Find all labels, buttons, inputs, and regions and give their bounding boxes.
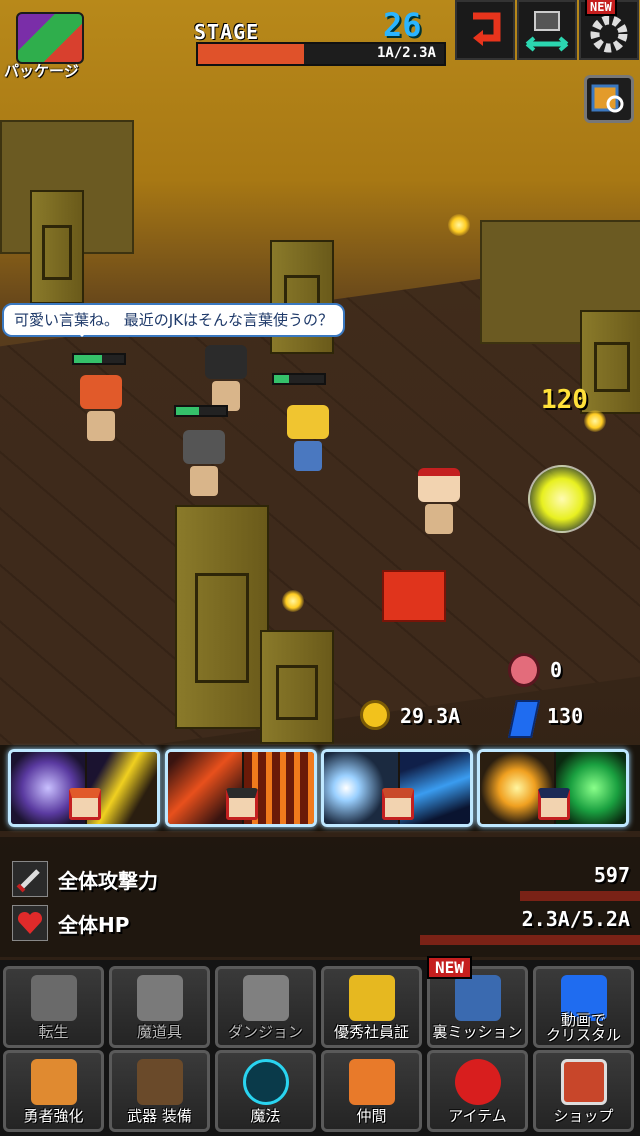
treasure-chest-red[interactable] (382, 570, 446, 622)
stage-progress-text: 1A/2.3A (376, 45, 436, 61)
menu-companions[interactable]: 仲間 (321, 1050, 422, 1132)
menu-employee-badge[interactable]: 優秀社員証 (321, 966, 422, 1048)
hero-orange-hair[interactable] (80, 375, 122, 445)
package-label: パッケージ (4, 62, 79, 80)
rebirth-button[interactable] (455, 0, 515, 60)
menu-label: 優秀社員証 (333, 1023, 409, 1041)
badge-icon (349, 975, 395, 1021)
menu-weapon-equip[interactable]: 武器 装備 (109, 1050, 210, 1132)
attack-underline (520, 891, 640, 901)
camera-button[interactable] (584, 75, 634, 123)
pillar (580, 310, 640, 414)
menu-label: 魔道具 (136, 1023, 182, 1041)
menu-label: 勇者強化 (23, 1107, 84, 1125)
crystal-amount: 130 (547, 704, 584, 728)
skill-slot-4[interactable] (477, 749, 629, 827)
dungeon-gate-icon (243, 975, 289, 1021)
fox-icon (349, 1059, 395, 1105)
pillar-small (260, 630, 334, 744)
package-button[interactable]: パッケージ (4, 8, 94, 80)
heroes-icon (31, 1059, 77, 1105)
hero-portrait (226, 788, 258, 820)
damage-popup: 120 (541, 385, 588, 415)
pillar (30, 190, 84, 304)
hp-label: 全体HP (58, 913, 130, 937)
skill-bar (0, 745, 640, 831)
menu-label: 転生 (38, 1023, 69, 1041)
weapon-rack-icon (137, 1059, 183, 1105)
menu-hero-upgrade[interactable]: 勇者強化 (3, 1050, 104, 1132)
hp-bar (272, 373, 326, 385)
hero-portrait (382, 788, 414, 820)
hero-blonde[interactable] (287, 405, 329, 475)
stats-panel: 全体攻撃力 597 全体HP 2.3A/5.2A (0, 837, 640, 957)
silhouette-icon (31, 975, 77, 1021)
skill-slot-2[interactable] (165, 749, 317, 827)
speech-bubble: 可愛い言葉ね。 最近のJKはそんな言葉使うの？ (2, 303, 346, 337)
attack-label: 全体攻撃力 (58, 869, 158, 893)
menu-label: 魔法 (250, 1107, 281, 1125)
hero-gray-hair[interactable] (183, 430, 225, 500)
menu-dungeon[interactable]: ダンジョン (215, 966, 316, 1048)
torch-flame (448, 214, 470, 236)
sword-icon (12, 861, 48, 897)
hp-bar (72, 353, 126, 365)
potion-icon (455, 1059, 501, 1105)
new-badge: NEW (427, 956, 472, 979)
rebirth-icon (473, 12, 501, 46)
gift-box-icon (16, 12, 84, 64)
settings-button[interactable]: NEW (579, 0, 639, 60)
attack-value: 597 (593, 863, 630, 887)
machine-icon (137, 975, 183, 1021)
paw-icon (508, 653, 540, 687)
menu-shop[interactable]: ショップ (533, 1050, 634, 1132)
magic-circle-icon (243, 1059, 289, 1105)
stage-progress-bar: 1A/2.3A (196, 42, 446, 66)
hp-row: 全体HP 2.3A/5.2A (0, 901, 640, 945)
menu-video-crystal[interactable]: 動画で クリスタル (533, 966, 634, 1048)
attack-row: 全体攻撃力 597 (0, 857, 640, 901)
menu-magic[interactable]: 魔法 (215, 1050, 316, 1132)
paw-count: 0 (550, 658, 563, 682)
bottom-menu: NEW 転生 魔道具 ダンジョン 優秀社員証 裏ミッション 動画で クリスタル … (0, 956, 640, 1136)
menu-items[interactable]: アイテム (427, 1050, 528, 1132)
gold-amount: 29.3A (400, 704, 461, 728)
treasure-chest-icon (561, 1059, 607, 1105)
skill-slot-3[interactable] (321, 749, 473, 827)
enemy-headband[interactable] (418, 468, 460, 538)
menu-magic-tools[interactable]: 魔道具 (109, 966, 210, 1048)
magnifier-icon (591, 84, 624, 113)
hp-value: 2.3A/5.2A (521, 907, 630, 931)
menu-label: アイテム (448, 1107, 507, 1125)
transport-icon (525, 11, 569, 52)
menu-label: ダンジョン (227, 1023, 303, 1041)
stage-number: 26 (383, 6, 422, 44)
pillar-foreground (175, 505, 269, 729)
heart-icon (12, 905, 48, 941)
gold-cube-pickup[interactable] (528, 465, 596, 533)
transport-button[interactable] (517, 0, 577, 60)
stage-progress-fill (198, 44, 304, 64)
torch-flame (282, 590, 304, 612)
hero-portrait (538, 788, 570, 820)
shield-icon (455, 975, 501, 1021)
hp-underline (420, 935, 640, 945)
coin-icon (360, 700, 390, 730)
hp-bar (174, 405, 228, 417)
menu-label: 動画で クリスタル (545, 1011, 621, 1044)
menu-label: 仲間 (356, 1107, 387, 1125)
menu-label: ショップ (553, 1107, 614, 1125)
new-badge: NEW (585, 0, 617, 16)
stage-label: STAGE (194, 20, 260, 44)
skill-slot-1[interactable] (8, 749, 160, 827)
menu-rebirth[interactable]: 転生 (3, 966, 104, 1048)
menu-label: 武器 装備 (127, 1107, 192, 1125)
menu-label: 裏ミッション (432, 1023, 523, 1041)
crystal-icon (507, 700, 541, 738)
hero-portrait (69, 788, 101, 820)
